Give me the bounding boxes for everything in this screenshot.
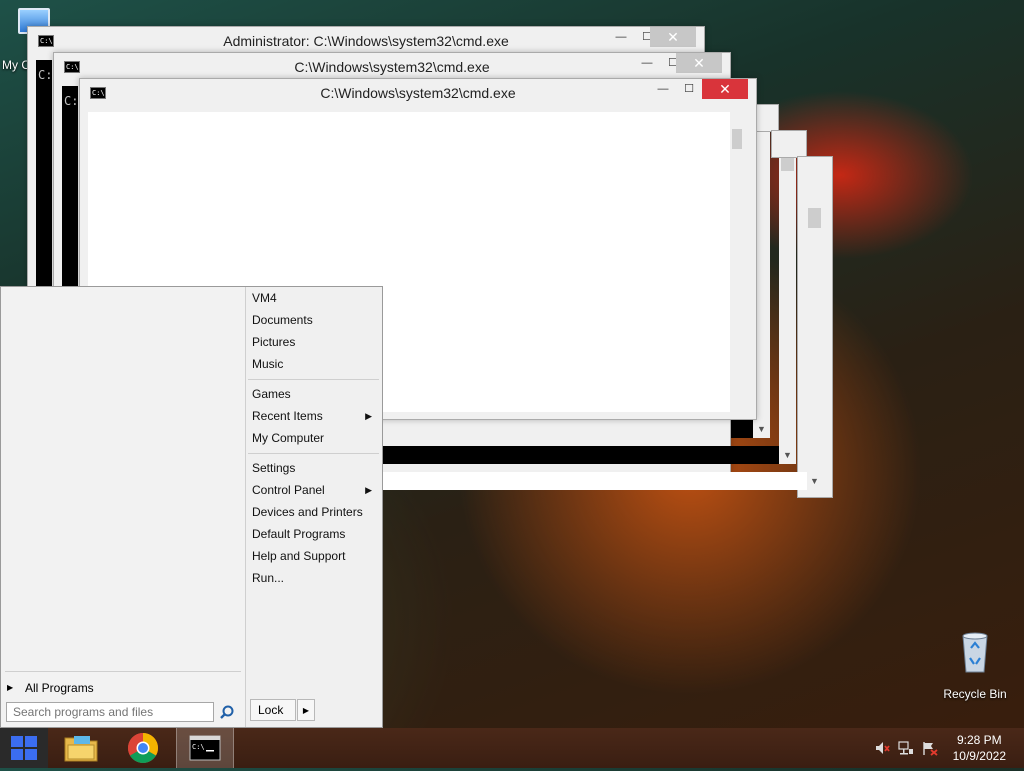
windows-logo-icon (11, 736, 37, 760)
start-menu-programs-pane: ▶ All Programs (1, 287, 246, 727)
submenu-arrow-icon: ▶ (365, 485, 372, 495)
submenu-arrow-icon: ▶ (365, 411, 372, 421)
lock-options-button[interactable]: ▶ (297, 699, 315, 721)
my-computer-label: My C (2, 58, 30, 72)
menu-item-vm4[interactable]: VM4 (252, 287, 378, 309)
menu-item-label: Recent Items (252, 409, 323, 423)
menu-item-devices-and-printers[interactable]: Devices and Printers (252, 501, 378, 523)
menu-item-label: Games (252, 387, 291, 401)
menu-item-label: Default Programs (252, 527, 346, 541)
close-button[interactable]: ✕ (702, 79, 748, 99)
recycle-bin-desktop-icon[interactable]: Recycle Bin (938, 630, 1012, 701)
menu-item-label: Help and Support (252, 549, 346, 563)
menu-item-label: Control Panel (252, 483, 325, 497)
network-icon[interactable] (898, 740, 914, 756)
close-button[interactable]: ✕ (676, 53, 722, 73)
scroll-down-arrow[interactable]: ▼ (779, 447, 796, 464)
menu-item-label: Settings (252, 461, 296, 475)
cmd-icon: C:\ (189, 735, 221, 761)
start-menu: ▶ All Programs VM4 Documents Pictures Mu… (0, 286, 383, 728)
chrome-taskbar-button[interactable] (120, 728, 166, 768)
all-programs-label: All Programs (25, 681, 94, 695)
minimize-button[interactable]: — (650, 79, 676, 99)
minimize-button[interactable]: — (608, 27, 634, 47)
menu-item-my-computer[interactable]: My Computer (252, 427, 378, 449)
menu-item-pictures[interactable]: Pictures (252, 331, 378, 353)
clock-date: 10/9/2022 (952, 749, 1006, 763)
start-button[interactable] (0, 728, 48, 768)
menu-item-label: Documents (252, 313, 313, 327)
action-center-flag-icon[interactable] (922, 740, 938, 756)
window-title: Administrator: C:\Windows\system32\cmd.e… (223, 33, 509, 49)
menu-item-settings[interactable]: Settings (252, 457, 378, 479)
menu-item-label: Pictures (252, 335, 296, 349)
recycle-bin-icon (962, 632, 988, 673)
chrome-icon (127, 733, 159, 764)
console-bottom-strip (383, 472, 807, 490)
minimize-button[interactable]: — (634, 53, 660, 73)
speaker-muted-icon[interactable] (874, 740, 890, 756)
triangle-right-icon: ▶ (7, 683, 14, 692)
close-button[interactable]: ✕ (650, 27, 696, 47)
vertical-scrollbar[interactable]: ▼ (806, 180, 823, 490)
separator (248, 453, 379, 454)
console-strip-2 (383, 446, 779, 464)
menu-item-default-programs[interactable]: Default Programs (252, 523, 378, 545)
window-title: C:\Windows\system32\cmd.exe (294, 59, 490, 75)
lock-button[interactable]: Lock (250, 699, 296, 721)
search-icon[interactable] (217, 703, 237, 723)
menu-item-help-and-support[interactable]: Help and Support (252, 545, 378, 567)
start-menu-places-pane: VM4 Documents Pictures Music Games Recen… (246, 287, 382, 727)
folder-icon (64, 736, 98, 762)
svg-text:C:\: C:\ (192, 743, 205, 751)
menu-item-label: Run... (252, 571, 285, 585)
recycle-bin-label: Recycle Bin (943, 687, 1007, 701)
system-clock[interactable]: 9:28 PM 10/9/2022 (953, 732, 1006, 764)
search-input[interactable] (6, 702, 214, 722)
vertical-scrollbar[interactable] (730, 127, 744, 397)
console-prompt: C: (64, 94, 79, 108)
menu-item-label: My Computer (252, 431, 325, 445)
menu-item-run[interactable]: Run... (252, 567, 378, 589)
menu-item-music[interactable]: Music (252, 353, 378, 375)
taskbar: C:\ 9:28 PM 10/9/2022 (0, 728, 1024, 768)
file-explorer-taskbar-button[interactable] (58, 728, 104, 768)
menu-item-control-panel[interactable]: Control Panel ▶ (252, 479, 378, 501)
scroll-down-arrow[interactable]: ▼ (806, 473, 823, 490)
maximize-button[interactable]: ☐ (676, 79, 702, 99)
console-prompt: C: (38, 68, 53, 82)
scroll-thumb[interactable] (732, 129, 742, 149)
separator (248, 379, 379, 380)
menu-item-recent-items[interactable]: Recent Items ▶ (252, 405, 378, 427)
vertical-scrollbar[interactable]: ▲ ▼ (779, 131, 796, 464)
cmd-taskbar-button[interactable]: C:\ (176, 728, 234, 768)
menu-item-label: VM4 (252, 291, 277, 305)
menu-item-label: Music (252, 357, 284, 371)
menu-item-documents[interactable]: Documents (252, 309, 378, 331)
clock-time: 9:28 PM (956, 733, 1002, 747)
background-window-edge (771, 130, 807, 158)
scroll-thumb[interactable] (808, 208, 821, 228)
separator (5, 671, 241, 672)
all-programs-button[interactable]: ▶ All Programs (5, 677, 241, 699)
menu-item-games[interactable]: Games (252, 383, 378, 405)
menu-item-label: Devices and Printers (252, 505, 363, 519)
scroll-down-arrow[interactable]: ▼ (753, 421, 770, 438)
